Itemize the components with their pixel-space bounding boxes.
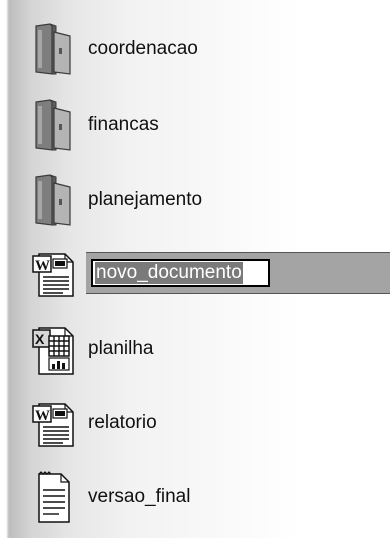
file-item-relatorio[interactable]: W relatorio	[26, 395, 390, 451]
svg-text:W: W	[35, 258, 50, 274]
file-item-financas[interactable]: financas	[26, 97, 390, 153]
svg-text:X: X	[35, 331, 45, 347]
word-document-icon: W	[26, 246, 80, 300]
text-document-icon	[26, 470, 80, 524]
file-name-label: planejamento	[88, 189, 203, 210]
file-name-label: coordenacao	[88, 38, 198, 59]
folder-icon	[26, 22, 80, 76]
folder-icon	[26, 173, 80, 227]
folder-icon	[26, 98, 80, 152]
file-item-planejamento[interactable]: planejamento	[26, 172, 390, 228]
file-name-label: relatorio	[88, 412, 157, 433]
svg-text:W: W	[35, 408, 50, 424]
file-item-coordenacao[interactable]: coordenacao	[26, 21, 390, 77]
rename-input[interactable]: novo_documento	[91, 259, 270, 287]
spreadsheet-icon: X	[26, 322, 80, 376]
file-browser-pane: coordenacao financas planejamento W novo…	[0, 0, 390, 538]
file-name-label: financas	[88, 114, 159, 135]
file-item-planilha[interactable]: X planilha	[26, 321, 390, 377]
rename-selected-text[interactable]: novo_documento	[95, 262, 243, 284]
word-document-icon: W	[26, 396, 80, 450]
file-list: coordenacao financas planejamento W novo…	[0, 0, 390, 538]
file-name-label: versao_final	[88, 486, 191, 507]
file-name-label: planilha	[88, 338, 154, 359]
file-item-versao-final[interactable]: versao_final	[26, 469, 390, 525]
